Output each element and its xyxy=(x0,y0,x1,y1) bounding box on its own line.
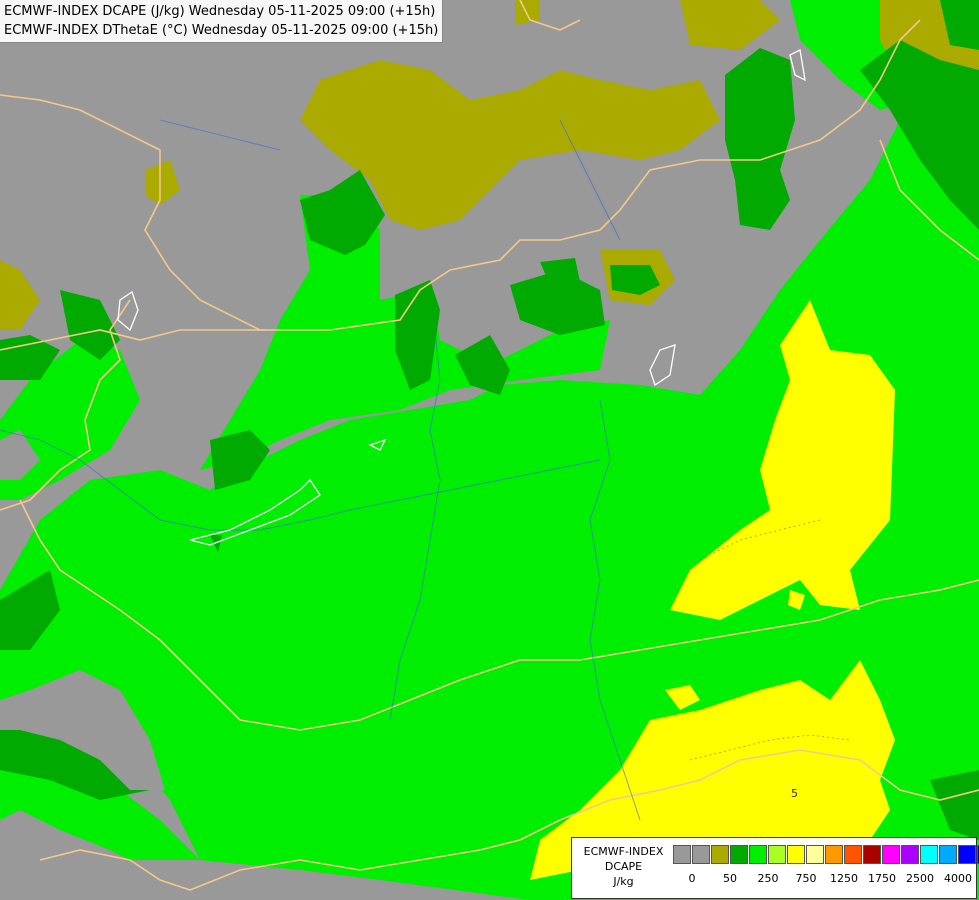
legend-swatch xyxy=(768,845,786,864)
legend-swatch xyxy=(711,845,729,864)
legend-unit: J/kg xyxy=(613,875,634,888)
legend-tick-label: 750 xyxy=(795,872,817,885)
legend-swatch xyxy=(901,845,919,864)
legend-tick-label: 50 xyxy=(723,872,737,885)
legend-swatch xyxy=(749,845,767,864)
legend-swatch xyxy=(863,845,881,864)
dcape-map: 5 xyxy=(0,0,979,900)
legend-swatch xyxy=(730,845,748,864)
legend-tick-label: 250 xyxy=(757,872,779,885)
color-legend: ECMWF-INDEX DCAPE J/kg 0 50 250 750 1250 1750… xyxy=(571,837,979,899)
map-title-box: ECMWF-INDEX DCAPE (J/kg) Wednesday 05-11… xyxy=(0,0,444,43)
legend-tick-label: 1750 xyxy=(868,872,896,885)
legend-swatch xyxy=(806,845,824,864)
legend-swatch xyxy=(692,845,710,864)
legend-tick-label: 1250 xyxy=(830,872,858,885)
legend-swatches xyxy=(673,845,979,864)
contour-label: 5 xyxy=(791,787,798,800)
legend-tick-label: 2500 xyxy=(906,872,934,885)
title-line-dthetae: ECMWF-INDEX DThetaE (°C) Wednesday 05-11… xyxy=(4,23,439,38)
legend-swatch xyxy=(825,845,843,864)
title-line-dcape: ECMWF-INDEX DCAPE (J/kg) Wednesday 05-11… xyxy=(4,4,436,19)
legend-swatch xyxy=(920,845,938,864)
legend-tick-label: 0 xyxy=(688,872,696,885)
legend-swatch xyxy=(939,845,957,864)
legend-swatch xyxy=(958,845,976,864)
legend-parameter: DCAPE xyxy=(604,860,643,873)
legend-swatch xyxy=(844,845,862,864)
legend-swatch xyxy=(882,845,900,864)
legend-tick-label: 4000 xyxy=(944,872,972,885)
legend-model: ECMWF-INDEX xyxy=(583,845,664,858)
legend-ticks: 0 50 250 750 1250 1750 2500 4000 xyxy=(673,872,973,888)
legend-swatch xyxy=(787,845,805,864)
legend-label: ECMWF-INDEX DCAPE J/kg xyxy=(576,844,671,889)
legend-swatch xyxy=(673,845,691,864)
